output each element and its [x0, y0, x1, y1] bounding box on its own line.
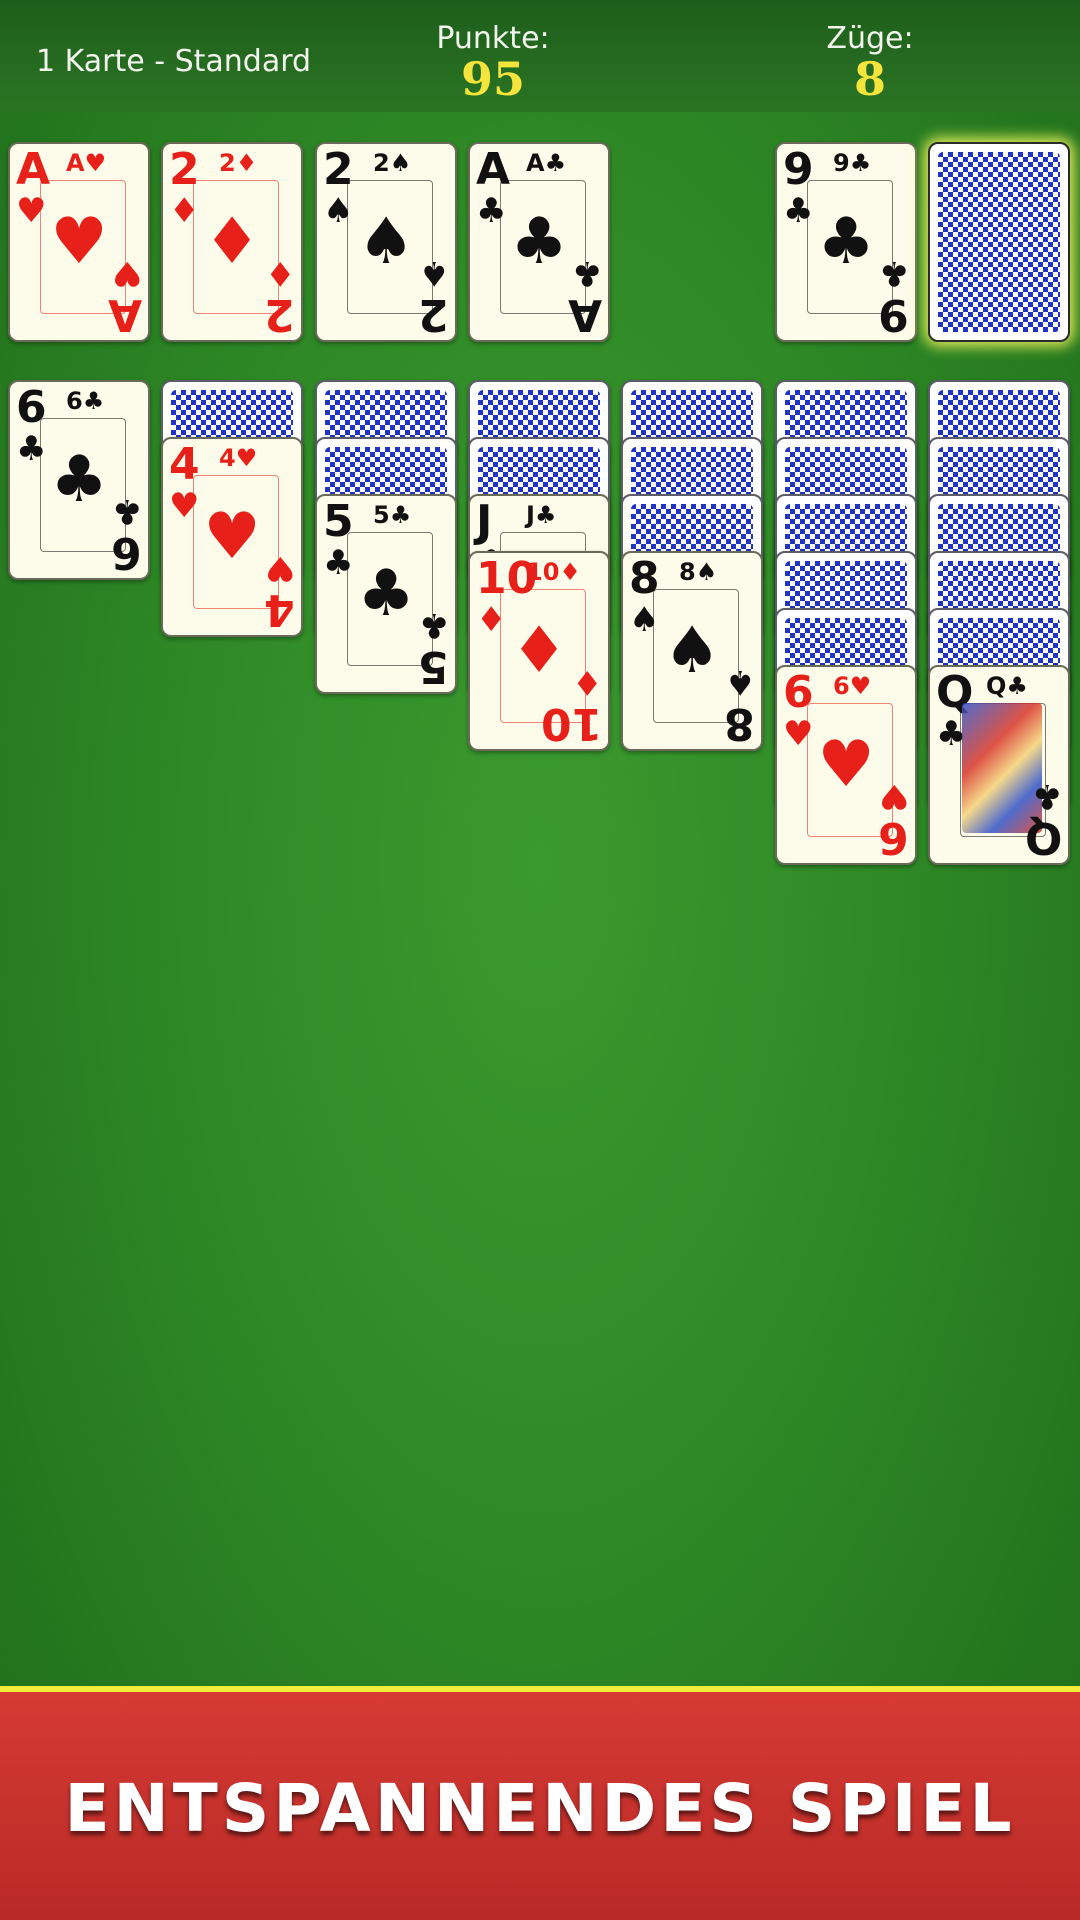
card-corner-index: 9♣: [833, 149, 872, 177]
card-suit-bottom-icon: ♦: [571, 662, 602, 702]
card-corner-index: 5♣: [373, 501, 412, 529]
card-rank-bottom: 4: [264, 584, 295, 635]
card-rank-bottom: 8: [724, 698, 755, 749]
card-rank-bottom: 10: [540, 698, 602, 749]
card-corner-index: 2♦: [219, 149, 258, 177]
foundation-pile-1[interactable]: A ♥ A♥ ♥ A ♥: [8, 142, 150, 342]
card-corner-index: 8♠: [679, 558, 718, 586]
score-label: Punkte:: [436, 21, 550, 56]
card-corner-index: 2♠: [373, 149, 412, 177]
card-rank: A: [476, 144, 511, 195]
card-rank: 6: [16, 382, 47, 433]
tableau-5-top-card[interactable]: 8 ♠ 8♠ ♠ 8 ♠: [621, 551, 763, 751]
card-rank: A: [16, 144, 51, 195]
stock-pile[interactable]: [928, 142, 1070, 342]
card-suit-bottom-icon: ♥: [111, 253, 142, 293]
card-rank: 2: [169, 144, 200, 195]
tableau-3-top-card[interactable]: 5 ♣ 5♣ ♣ 5 ♣: [315, 494, 457, 694]
card-corner-index: 10♦: [526, 558, 581, 586]
tableau-7-top-card[interactable]: Q ♣ Q♣ Q ♣: [928, 665, 1070, 865]
card-rank-bottom: 6: [878, 812, 909, 863]
moves-value: 8: [853, 52, 886, 106]
card-rank-bottom: Q: [1024, 812, 1062, 863]
card-rank: 8: [629, 553, 660, 604]
foundation-pile-4[interactable]: A ♣ A♣ ♣ A ♣: [468, 142, 610, 342]
card-suit-bottom-icon: ♠: [418, 253, 449, 293]
card-suit-bottom-icon: ♣: [1031, 776, 1062, 816]
moves-label: Züge:: [826, 21, 914, 56]
moves-display: Züge: 8: [770, 21, 970, 106]
card-corner-index: 4♥: [219, 444, 258, 472]
card-rank-bottom: A: [107, 289, 142, 340]
card-suit-bottom-icon: ♣: [418, 605, 449, 645]
card-rank: 9: [783, 144, 814, 195]
card-rank-bottom: 5: [418, 641, 449, 692]
card-suit-bottom-icon: ♣: [878, 253, 909, 293]
card-suit-bottom-icon: ♥: [878, 776, 909, 816]
score-display: Punkte: 95: [393, 21, 593, 106]
foundation-pile-3[interactable]: 2 ♠ 2♠ ♠ 2 ♠: [315, 142, 457, 342]
top-bar: 1 Karte - Standard Punkte: 95 Züge: 8: [0, 0, 1080, 112]
card-suit-bottom-icon: ♠: [724, 662, 755, 702]
card-corner-index: 6♣: [66, 387, 105, 415]
card-corner-index: A♣: [526, 149, 567, 177]
card-suit-bottom-icon: ♦: [264, 253, 295, 293]
card-corner-index: 6♥: [833, 672, 872, 700]
card-rank-bottom: A: [567, 289, 602, 340]
score-value: 95: [460, 52, 525, 106]
card-corner-index: Q♣: [986, 672, 1028, 700]
banner-text: ENTSPANNENDES SPIEL: [64, 1770, 1016, 1847]
waste-pile[interactable]: 9 ♣ 9♣ ♣ 9 ♣: [775, 142, 917, 342]
card-corner-index: A♥: [66, 149, 107, 177]
game-mode-label: 1 Karte - Standard: [36, 44, 312, 79]
card-corner-index: J♣: [526, 501, 557, 529]
card-rank-bottom: 9: [878, 289, 909, 340]
card-rank-bottom: 2: [264, 289, 295, 340]
tableau-6-top-card[interactable]: 6 ♥ 6♥ ♥ 6 ♥: [775, 665, 917, 865]
card-suit-bottom-icon: ♥: [264, 548, 295, 588]
card-rank-bottom: 2: [418, 289, 449, 340]
promo-banner: ENTSPANNENDES SPIEL: [0, 1686, 1080, 1920]
foundation-pile-2[interactable]: 2 ♦ 2♦ ♦ 2 ♦: [161, 142, 303, 342]
card-suit-bottom-icon: ♣: [111, 491, 142, 531]
card-rank: 6: [783, 667, 814, 718]
card-rank: 5: [323, 496, 354, 547]
tableau-4-top-card[interactable]: 10 ♦ 10♦ ♦ 10 ♦: [468, 551, 610, 751]
card-rank: 2: [323, 144, 354, 195]
tableau-2-top-card[interactable]: 4 ♥ 4♥ ♥ 4 ♥: [161, 437, 303, 637]
card-rank: 4: [169, 439, 200, 490]
card-suit-bottom-icon: ♣: [571, 253, 602, 293]
card-rank-bottom: 6: [111, 527, 142, 578]
tableau-1-top-card[interactable]: 6 ♣ 6♣ ♣ 6 ♣: [8, 380, 150, 580]
card-rank: J: [476, 496, 493, 547]
